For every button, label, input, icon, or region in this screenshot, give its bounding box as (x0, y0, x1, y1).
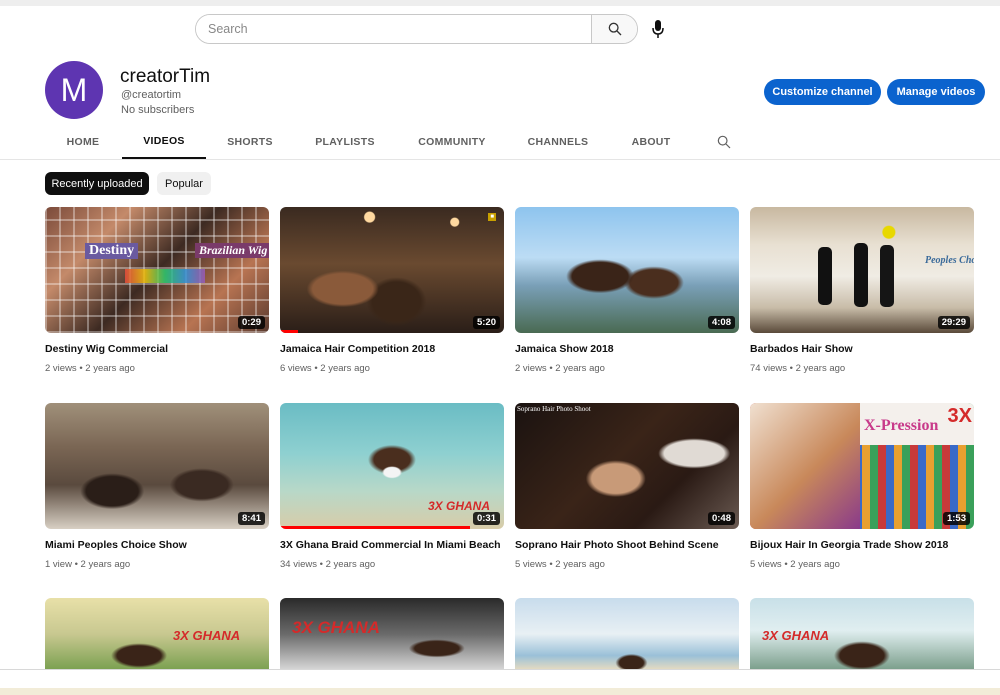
tab-playlists[interactable]: PLAYLISTS (305, 125, 385, 159)
video-card[interactable]: Soprano Hair Photo Shoot 0:48 Soprano Ha… (515, 403, 739, 570)
voice-search-button[interactable] (649, 18, 667, 40)
video-card[interactable]: 3X GHANA 0:31 3X Ghana Braid Commercial … (280, 403, 504, 570)
chip-popular[interactable]: Popular (157, 172, 211, 195)
video-card[interactable]: ■ 5:20 Jamaica Hair Competition 2018 6 v… (280, 207, 504, 374)
tab-search-icon[interactable] (716, 134, 732, 150)
video-card[interactable]: 3X GHANA (750, 598, 974, 670)
video-meta: 74 views • 2 years ago (750, 363, 846, 374)
video-duration: 1:53 (942, 512, 970, 525)
video-thumbnail[interactable]: 3X GHANA (750, 598, 974, 670)
video-thumbnail[interactable] (515, 598, 739, 670)
rainbow-banner (125, 269, 205, 283)
video-card[interactable]: Peoples Choice 29:29 Barbados Hair Show … (750, 207, 974, 374)
tab-shorts[interactable]: SHORTS (220, 125, 280, 159)
chip-recently-uploaded[interactable]: Recently uploaded (45, 172, 149, 195)
customize-channel-button[interactable]: Customize channel (764, 79, 881, 105)
search-bar (195, 14, 638, 44)
video-title[interactable]: 3X Ghana Braid Commercial In Miami Beach (280, 539, 501, 551)
video-thumbnail[interactable]: 3X GHANA (45, 598, 269, 670)
video-card[interactable]: 3X GHANA (280, 598, 504, 670)
video-meta: 1 view • 2 years ago (45, 559, 131, 570)
thumbnail-text: 3X GHANA (762, 628, 830, 643)
video-meta: 34 views • 2 years ago (280, 559, 376, 570)
video-duration: 0:29 (237, 316, 265, 329)
figure-shape (880, 245, 894, 307)
video-card[interactable] (515, 598, 739, 670)
video-duration: 0:48 (707, 512, 735, 525)
video-card[interactable]: Destiny Brazilian Wig 0:29 Destiny Wig C… (45, 207, 269, 374)
video-card[interactable]: X-Pression 3X 1:53 Bijoux Hair In Georgi… (750, 403, 974, 570)
video-card[interactable]: 8:41 Miami Peoples Choice Show 1 view • … (45, 403, 269, 570)
channel-name: creatorTim (120, 66, 211, 87)
search-icon (608, 22, 621, 36)
top-strip (0, 0, 1000, 6)
manage-videos-button[interactable]: Manage videos (887, 79, 985, 105)
video-title[interactable]: Jamaica Show 2018 (515, 343, 614, 355)
watch-progress (280, 526, 470, 529)
video-title[interactable]: Bijoux Hair In Georgia Trade Show 2018 (750, 539, 948, 551)
thumbnail-text: X-Pression (864, 417, 939, 434)
video-duration: 4:08 (707, 316, 735, 329)
video-thumbnail[interactable]: Destiny Brazilian Wig 0:29 (45, 207, 269, 333)
video-title[interactable]: Miami Peoples Choice Show (45, 539, 187, 551)
thumbnail-text: Brazilian Wig (195, 243, 269, 258)
figure-shape (818, 247, 832, 305)
tab-channels[interactable]: CHANNELS (520, 125, 596, 159)
video-meta: 6 views • 2 years ago (280, 363, 370, 374)
tab-about[interactable]: ABOUT (622, 125, 680, 159)
bottom-strip (0, 688, 1000, 695)
video-card[interactable]: 3X GHANA (45, 598, 269, 670)
video-title[interactable]: Barbados Hair Show (750, 343, 853, 355)
thumbnail-text: Destiny (85, 243, 139, 259)
thumbnail-text: 3X GHANA (173, 628, 241, 643)
video-duration: 29:29 (937, 316, 970, 329)
video-duration: 8:41 (237, 512, 265, 525)
thumbnail-text: 3X GHANA (292, 618, 380, 637)
subscriber-count: No subscribers (121, 104, 195, 116)
video-thumbnail[interactable]: Peoples Choice 29:29 (750, 207, 974, 333)
thumbnail-text: 3X GHANA (427, 499, 490, 513)
video-duration: 0:31 (472, 512, 500, 525)
video-duration: 5:20 (472, 316, 500, 329)
video-thumbnail[interactable]: 3X GHANA (280, 598, 504, 670)
video-meta: 2 views • 2 years ago (45, 363, 135, 374)
channel-tabs: HOME VIDEOS SHORTS PLAYLISTS COMMUNITY C… (0, 125, 1000, 160)
thumbnail-text: Peoples Choice (925, 255, 974, 266)
video-title[interactable]: Jamaica Hair Competition 2018 (280, 343, 435, 355)
video-card[interactable]: 4:08 Jamaica Show 2018 2 views • 2 years… (515, 207, 739, 374)
figure-shape (854, 243, 868, 307)
model-photo (750, 403, 860, 529)
search-button[interactable] (591, 15, 637, 43)
video-meta: 2 views • 2 years ago (515, 363, 605, 374)
microphone-icon (652, 20, 664, 38)
video-meta: 5 views • 2 years ago (515, 559, 605, 570)
channel-handle: @creatortim (121, 89, 182, 101)
video-thumbnail[interactable]: 8:41 (45, 403, 269, 529)
divider (0, 669, 1000, 670)
video-title[interactable]: Soprano Hair Photo Shoot Behind Scene (515, 539, 719, 551)
tab-home[interactable]: HOME (55, 125, 111, 159)
video-meta: 5 views • 2 years ago (750, 559, 840, 570)
thumbnail-text: Soprano Hair Photo Shoot (517, 405, 591, 413)
video-thumbnail[interactable]: X-Pression 3X 1:53 (750, 403, 974, 529)
tab-community[interactable]: COMMUNITY (410, 125, 494, 159)
watch-progress (280, 330, 298, 333)
video-thumbnail[interactable]: ■ 5:20 (280, 207, 504, 333)
tab-videos[interactable]: VIDEOS (122, 125, 206, 159)
thumbnail-text: 3X (947, 405, 972, 427)
search-input[interactable] (196, 15, 591, 43)
video-thumbnail[interactable]: Soprano Hair Photo Shoot 0:48 (515, 403, 739, 529)
channel-avatar[interactable]: M (45, 61, 103, 119)
video-title[interactable]: Destiny Wig Commercial (45, 343, 168, 355)
video-thumbnail[interactable]: 4:08 (515, 207, 739, 333)
thumbnail-logo: ■ (488, 213, 496, 221)
video-thumbnail[interactable]: 3X GHANA 0:31 (280, 403, 504, 529)
